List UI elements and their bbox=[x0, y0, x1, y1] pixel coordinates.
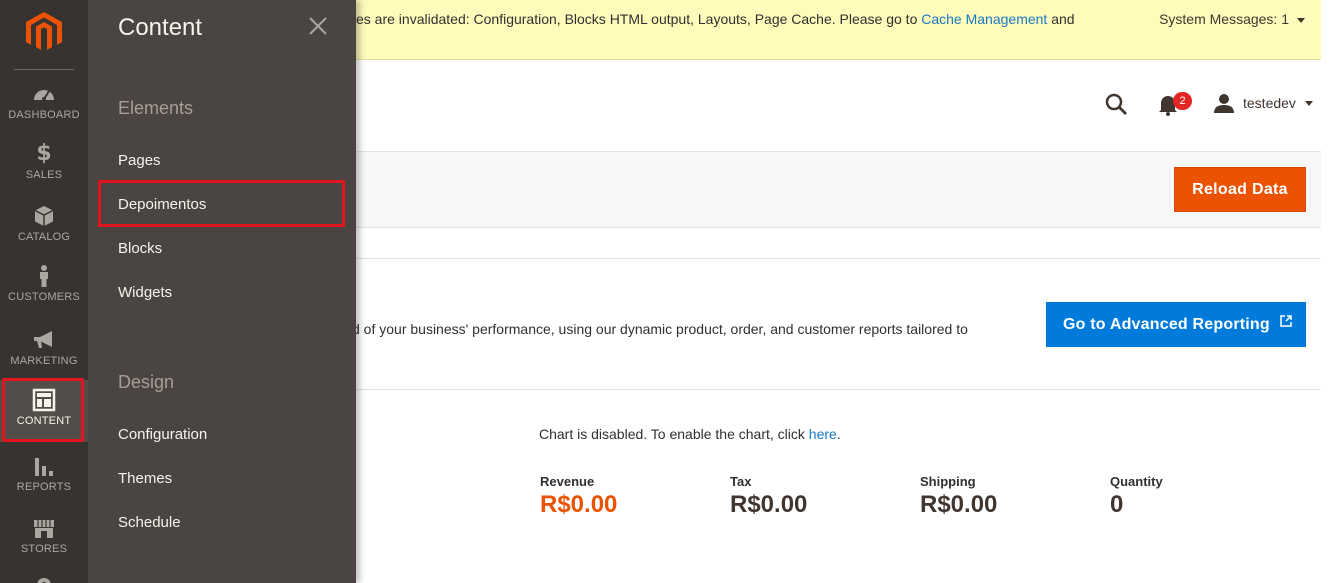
total-shipping: Shipping R$0.00 bbox=[920, 474, 997, 519]
content-highlight-box bbox=[2, 378, 84, 442]
nav-item-stores[interactable]: STORES bbox=[0, 516, 88, 578]
user-icon bbox=[1214, 94, 1234, 113]
system-message-text: es are invalidated: Configuration, Block… bbox=[356, 11, 1116, 27]
notifications-badge[interactable]: 2 bbox=[1173, 92, 1192, 110]
chevron-down-icon bbox=[1297, 17, 1305, 23]
system-message-body: es are invalidated: Configuration, Block… bbox=[356, 11, 922, 27]
flyout-title: Content bbox=[118, 14, 203, 41]
total-value: R$0.00 bbox=[920, 491, 998, 518]
external-link-icon bbox=[1280, 315, 1292, 327]
total-label: Shipping bbox=[920, 474, 976, 489]
total-value: R$0.00 bbox=[540, 491, 618, 518]
nav-item-reports[interactable]: REPORTS bbox=[0, 454, 88, 516]
total-quantity: Quantity 0 bbox=[1110, 474, 1163, 519]
bar-chart-icon bbox=[35, 458, 53, 476]
nav-label-sales: SALES bbox=[25, 169, 63, 181]
megaphone-icon bbox=[34, 331, 52, 348]
nav-label-customers: CUSTOMERS bbox=[8, 291, 80, 303]
nav-label-marketing: MARKETING bbox=[10, 355, 78, 367]
advanced-reporting-description: d of your business' performance, using o… bbox=[352, 321, 968, 337]
nav-label-reports: REPORTS bbox=[16, 481, 72, 493]
gear-icon[interactable] bbox=[33, 574, 55, 583]
magento-logo-icon[interactable] bbox=[26, 12, 62, 52]
flyout-section-design: Design bbox=[118, 372, 175, 392]
nav-item-customers[interactable]: CUSTOMERS bbox=[0, 264, 88, 326]
nav-label-dashboard: DASHBOARD bbox=[8, 109, 80, 121]
reload-data-button[interactable]: Reload Data bbox=[1174, 167, 1306, 212]
total-tax: Tax R$0.00 bbox=[730, 474, 807, 519]
user-account-menu[interactable]: testedev bbox=[1214, 93, 1313, 113]
dashboard-icon bbox=[34, 90, 54, 101]
flyout-section-elements: Elements bbox=[118, 98, 194, 118]
nav-item-sales[interactable]: $ SALES bbox=[0, 142, 88, 204]
dollar-icon: $ bbox=[36, 141, 52, 166]
nav-item-catalog[interactable]: CATALOG bbox=[0, 204, 88, 266]
enable-chart-link[interactable]: here bbox=[809, 426, 837, 442]
chart-message-period: . bbox=[836, 426, 841, 442]
cache-management-link[interactable]: Cache Management bbox=[921, 11, 1047, 27]
admin-sidebar: DASHBOARD $ SALES CATALOG CUSTOMERS MARK… bbox=[0, 0, 88, 583]
system-message-bar: es are invalidated: Configuration, Block… bbox=[356, 0, 1321, 60]
flyout-link-configuration[interactable]: Configuration bbox=[118, 426, 207, 443]
total-label: Revenue bbox=[540, 474, 595, 489]
person-icon bbox=[40, 265, 48, 287]
flyout-link-pages[interactable]: Pages bbox=[118, 152, 161, 169]
chart-message-text: Chart is disabled. To enable the chart, … bbox=[539, 426, 809, 442]
nav-label-stores: STORES bbox=[20, 543, 68, 555]
advanced-reporting-button-label: Go to Advanced Reporting bbox=[1063, 315, 1270, 333]
storefront-icon bbox=[34, 520, 54, 538]
total-revenue: Revenue R$0.00 bbox=[540, 474, 617, 519]
total-value: 0 bbox=[1110, 491, 1124, 518]
system-message-tail: and bbox=[1047, 11, 1075, 27]
search-icon[interactable] bbox=[1104, 92, 1128, 116]
username-label: testedev bbox=[1243, 95, 1296, 111]
content-flyout-menu: Content Elements Pages Depoimentos Block… bbox=[88, 0, 356, 583]
total-label: Tax bbox=[730, 474, 752, 489]
system-messages-count: System Messages: 1 bbox=[1159, 11, 1289, 27]
depoimentos-highlight-box bbox=[98, 180, 345, 227]
advanced-reporting-button[interactable]: Go to Advanced Reporting bbox=[1046, 302, 1306, 347]
logo-divider bbox=[14, 69, 74, 70]
total-value: R$0.00 bbox=[730, 491, 808, 518]
page-scrollbar[interactable] bbox=[1321, 0, 1332, 583]
total-label: Quantity bbox=[1110, 474, 1163, 489]
nav-item-dashboard[interactable]: DASHBOARD bbox=[0, 82, 88, 144]
flyout-link-widgets[interactable]: Widgets bbox=[118, 284, 172, 301]
chart-disabled-message: Chart is disabled. To enable the chart, … bbox=[539, 426, 841, 442]
close-icon[interactable] bbox=[308, 16, 328, 36]
flyout-link-blocks[interactable]: Blocks bbox=[118, 240, 162, 257]
chevron-down-icon bbox=[1304, 100, 1313, 106]
nav-label-catalog: CATALOG bbox=[17, 231, 71, 243]
box-icon bbox=[34, 206, 54, 226]
system-messages-toggle[interactable]: System Messages: 1 bbox=[1159, 11, 1305, 27]
flyout-link-themes[interactable]: Themes bbox=[118, 470, 172, 487]
flyout-link-schedule[interactable]: Schedule bbox=[118, 514, 181, 531]
